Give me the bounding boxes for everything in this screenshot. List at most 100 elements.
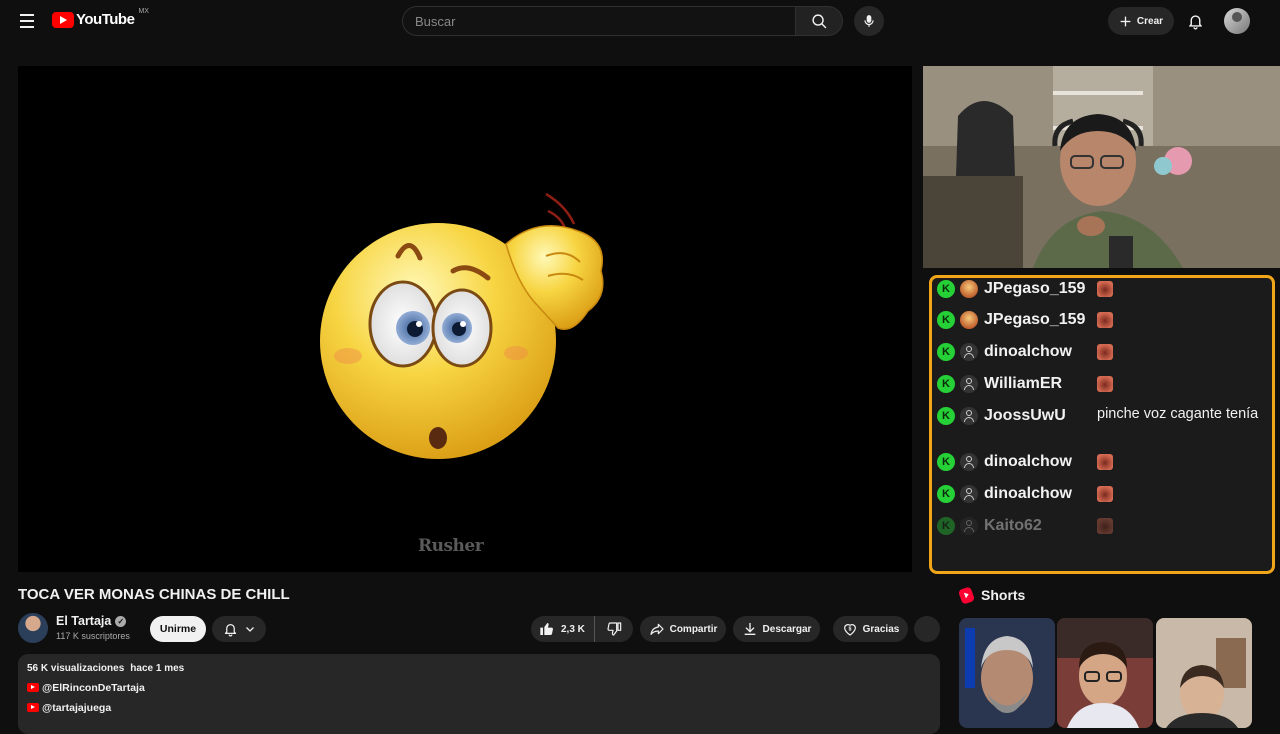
chat-emote-icon	[1097, 344, 1113, 360]
account-avatar[interactable]	[1224, 8, 1250, 34]
chat-username: dinoalchow	[984, 343, 1072, 360]
search-icon	[811, 13, 826, 28]
kick-badge-icon: K	[937, 280, 955, 298]
kick-badge-icon: K	[937, 375, 955, 393]
svg-text:$: $	[848, 626, 851, 632]
chat-emote-icon	[1097, 312, 1113, 328]
chat-message: K JoossUwU pinche voz cagante tenía	[937, 405, 1267, 427]
chat-message: Kdinoalchow	[937, 483, 1267, 505]
thanks-button[interactable]: $ Gracias	[833, 616, 908, 642]
channel-link[interactable]: @ElRinconDeTartaja	[27, 681, 931, 694]
share-icon	[649, 623, 664, 635]
thanks-heart-icon: $	[843, 624, 856, 636]
shorts-icon	[957, 585, 976, 605]
share-button[interactable]: Compartir	[640, 616, 726, 642]
chat-emote-icon	[1097, 486, 1113, 502]
confused-emoji	[320, 192, 604, 459]
chat-emote-icon	[1097, 281, 1113, 297]
video-title: TOCA VER MONAS CHINAS DE CHILL	[18, 586, 290, 603]
video-player[interactable]: Rusher	[18, 66, 912, 572]
user-avatar-icon	[960, 375, 978, 393]
user-avatar-icon	[960, 280, 978, 298]
plus-icon	[1120, 16, 1131, 26]
like-dislike-group: 2,3 K	[531, 616, 633, 642]
description-meta: 56 K visualizaciones hace 1 mes	[27, 663, 931, 674]
search-box	[402, 6, 796, 36]
subscription-notifications-button[interactable]	[212, 616, 266, 642]
kick-badge-icon: K	[937, 407, 955, 425]
youtube-icon	[27, 703, 39, 712]
channel-link-text[interactable]: @ElRinconDeTartaja	[42, 682, 145, 694]
chat-message: Kdinoalchow	[937, 341, 1267, 363]
download-button[interactable]: Descargar	[733, 616, 820, 642]
chevron-down-icon	[245, 627, 254, 632]
like-count: 2,3 K	[561, 623, 585, 635]
create-button[interactable]: Crear	[1108, 7, 1174, 35]
user-avatar-icon	[960, 453, 978, 471]
short-thumbnail[interactable]	[1057, 618, 1153, 728]
more-actions-button[interactable]	[914, 616, 940, 642]
search-input[interactable]	[415, 13, 795, 29]
chat-message: Kdinoalchow	[937, 451, 1267, 473]
chat-username: Kaito62	[984, 517, 1042, 534]
youtube-icon	[27, 683, 39, 692]
channel-name-row[interactable]: El Tartaja ✓	[56, 614, 127, 628]
thumbs-up-icon	[540, 623, 553, 636]
channel-name[interactable]: El Tartaja	[56, 614, 111, 628]
youtube-logo[interactable]: YouTube MX	[52, 8, 149, 28]
upload-date: hace 1 mes	[130, 663, 185, 674]
thumbs-down-icon	[607, 622, 622, 636]
short-thumbnail[interactable]	[1156, 618, 1252, 728]
menu-button[interactable]	[14, 8, 40, 34]
join-button[interactable]: Unirme	[150, 616, 206, 642]
like-button[interactable]: 2,3 K	[531, 616, 595, 642]
dislike-button[interactable]	[595, 616, 633, 642]
verified-icon: ✓	[115, 615, 127, 627]
chat-username: dinoalchow	[984, 453, 1072, 470]
chat-emote-icon	[1097, 454, 1113, 470]
kick-badge-icon: K	[937, 311, 955, 329]
description-box[interactable]: 56 K visualizaciones hace 1 mes @ElRinco…	[18, 654, 940, 734]
user-avatar-icon	[960, 343, 978, 361]
chat-message: K Kaito62	[937, 515, 1267, 537]
video-watermark: Rusher	[418, 536, 484, 556]
country-code: MX	[138, 8, 149, 15]
chat-username: JoossUwU	[984, 407, 1066, 424]
create-label: Crear	[1136, 15, 1164, 27]
video-frame	[320, 192, 604, 459]
chat-message: K JPegaso_159	[937, 309, 1267, 331]
chat-message-text: pinche voz cagante tenía	[1097, 406, 1259, 422]
kick-badge-icon: K	[937, 343, 955, 361]
webcam-image	[923, 66, 1280, 268]
channel-avatar[interactable]	[18, 613, 48, 643]
youtube-play-icon	[52, 11, 74, 28]
short-thumbnail[interactable]	[959, 618, 1055, 728]
top-bar: YouTube MX Crear	[0, 0, 1280, 42]
channel-link[interactable]: @tartajajuega	[27, 701, 931, 714]
chat-emote-icon	[1097, 518, 1113, 534]
voice-search-button[interactable]	[854, 6, 884, 36]
view-count: 56 K visualizaciones	[27, 663, 125, 674]
chat-username: dinoalchow	[984, 485, 1072, 502]
subscriber-count: 117 K suscriptores	[56, 631, 130, 641]
kick-badge-icon: K	[937, 485, 955, 503]
kick-badge-icon: K	[937, 517, 955, 535]
chat-username: WilliamER	[984, 375, 1063, 392]
chat-username: JPegaso_159	[984, 280, 1086, 297]
chat-emote-icon	[1097, 376, 1113, 392]
bell-icon	[1188, 15, 1202, 30]
shorts-label: Shorts	[981, 587, 1026, 603]
user-avatar-icon	[960, 407, 978, 425]
user-avatar-icon	[960, 311, 978, 329]
download-icon	[744, 623, 755, 635]
thanks-label: Gracias	[862, 623, 900, 635]
download-label: Descargar	[762, 623, 812, 635]
notifications-button[interactable]	[1184, 10, 1206, 32]
microphone-icon	[864, 15, 874, 27]
share-label: Compartir	[669, 623, 718, 635]
channel-link-text[interactable]: @tartajajuega	[42, 702, 111, 714]
search-button[interactable]	[795, 6, 843, 36]
bell-icon	[224, 624, 236, 637]
chat-message: K JPegaso_159	[937, 278, 1267, 300]
kick-badge-icon: K	[937, 453, 955, 471]
